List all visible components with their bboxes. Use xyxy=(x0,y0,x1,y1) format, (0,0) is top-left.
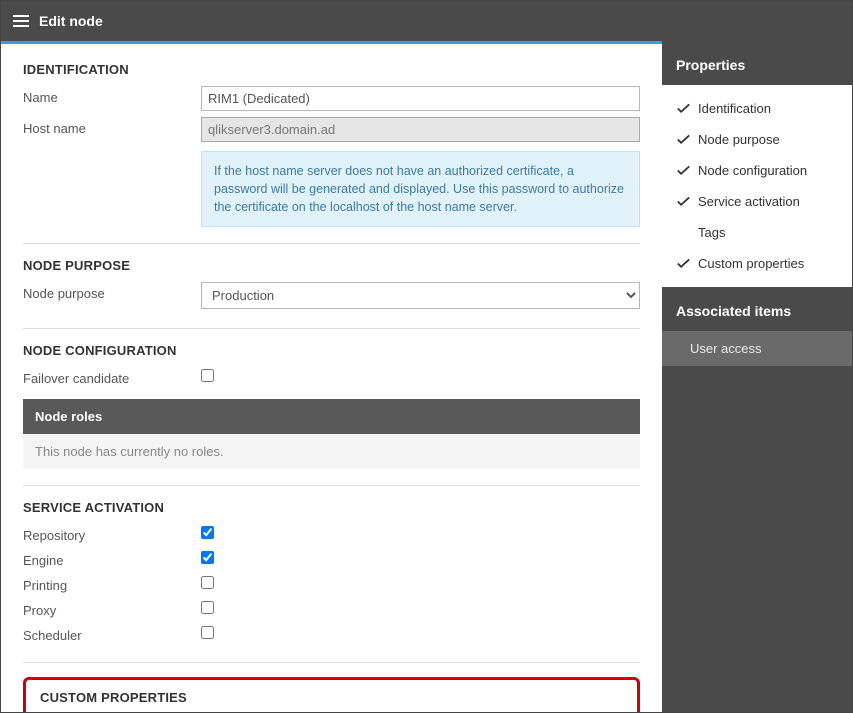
divider xyxy=(23,485,640,486)
node-roles-empty-text: This node has currently no roles. xyxy=(23,434,640,469)
sidebar-item-identification[interactable]: Identification xyxy=(662,93,852,124)
check-icon xyxy=(676,258,690,269)
sidebar-item-label: Custom properties xyxy=(698,256,804,271)
associated-items-heading: Associated items xyxy=(662,287,852,331)
custom-properties-heading: CUSTOM PROPERTIES xyxy=(40,690,623,705)
hostname-label: Host name xyxy=(23,117,201,136)
sidebar-item-label: Service activation xyxy=(698,194,800,209)
service-checkbox-proxy[interactable] xyxy=(201,601,214,614)
check-icon xyxy=(676,165,690,176)
sidebar-item-service-activation[interactable]: Service activation xyxy=(662,186,852,217)
divider xyxy=(23,328,640,329)
sidebar-item-label: User access xyxy=(690,341,762,356)
name-label: Name xyxy=(23,86,201,105)
topbar: Edit node xyxy=(1,1,852,41)
failover-checkbox[interactable] xyxy=(201,369,214,382)
sidebar-item-label: Node purpose xyxy=(698,132,780,147)
node-purpose-heading: NODE PURPOSE xyxy=(23,258,640,273)
service-label: Printing xyxy=(23,574,201,593)
service-label: Scheduler xyxy=(23,624,201,643)
properties-heading: Properties xyxy=(662,41,852,85)
sidebar-item-user-access[interactable]: User access xyxy=(662,331,852,366)
divider xyxy=(23,243,640,244)
node-purpose-label: Node purpose xyxy=(23,282,201,301)
hostname-input xyxy=(201,117,640,142)
divider xyxy=(23,662,640,663)
service-checkbox-engine[interactable] xyxy=(201,551,214,564)
service-label: Repository xyxy=(23,524,201,543)
service-checkbox-repository[interactable] xyxy=(201,526,214,539)
service-label: Proxy xyxy=(23,599,201,618)
node-roles-heading: Node roles xyxy=(23,399,640,434)
node-config-heading: NODE CONFIGURATION xyxy=(23,343,640,358)
sidebar-item-custom-properties[interactable]: Custom properties xyxy=(662,248,852,279)
service-checkbox-printing[interactable] xyxy=(201,576,214,589)
sidebar-item-node-purpose[interactable]: Node purpose xyxy=(662,124,852,155)
sidebar-item-label: Node configuration xyxy=(698,163,807,178)
hostname-info-box: If the host name server does not have an… xyxy=(201,151,640,227)
sidebar-item-label: Tags xyxy=(698,225,725,240)
name-input[interactable] xyxy=(201,86,640,111)
check-icon xyxy=(676,134,690,145)
page-title: Edit node xyxy=(39,13,103,29)
check-icon xyxy=(676,103,690,114)
sidebar-item-node-configuration[interactable]: Node configuration xyxy=(662,155,852,186)
node-purpose-select[interactable]: Production xyxy=(201,282,640,309)
service-activation-heading: SERVICE ACTIVATION xyxy=(23,500,640,515)
service-label: Engine xyxy=(23,549,201,568)
menu-icon[interactable] xyxy=(13,15,29,27)
main-column: IDENTIFICATION Name Host name If the hos… xyxy=(1,41,662,712)
sidebar: Properties Identification Node purpose Nod… xyxy=(662,41,852,712)
identification-heading: IDENTIFICATION xyxy=(23,62,640,77)
sidebar-item-label: Identification xyxy=(698,101,771,116)
custom-properties-highlight: CUSTOM PROPERTIES NodeType Dedicated (1) xyxy=(23,677,640,712)
check-icon xyxy=(676,196,690,207)
sidebar-item-tags[interactable]: Tags xyxy=(662,217,852,248)
failover-label: Failover candidate xyxy=(23,367,201,386)
service-checkbox-scheduler[interactable] xyxy=(201,626,214,639)
